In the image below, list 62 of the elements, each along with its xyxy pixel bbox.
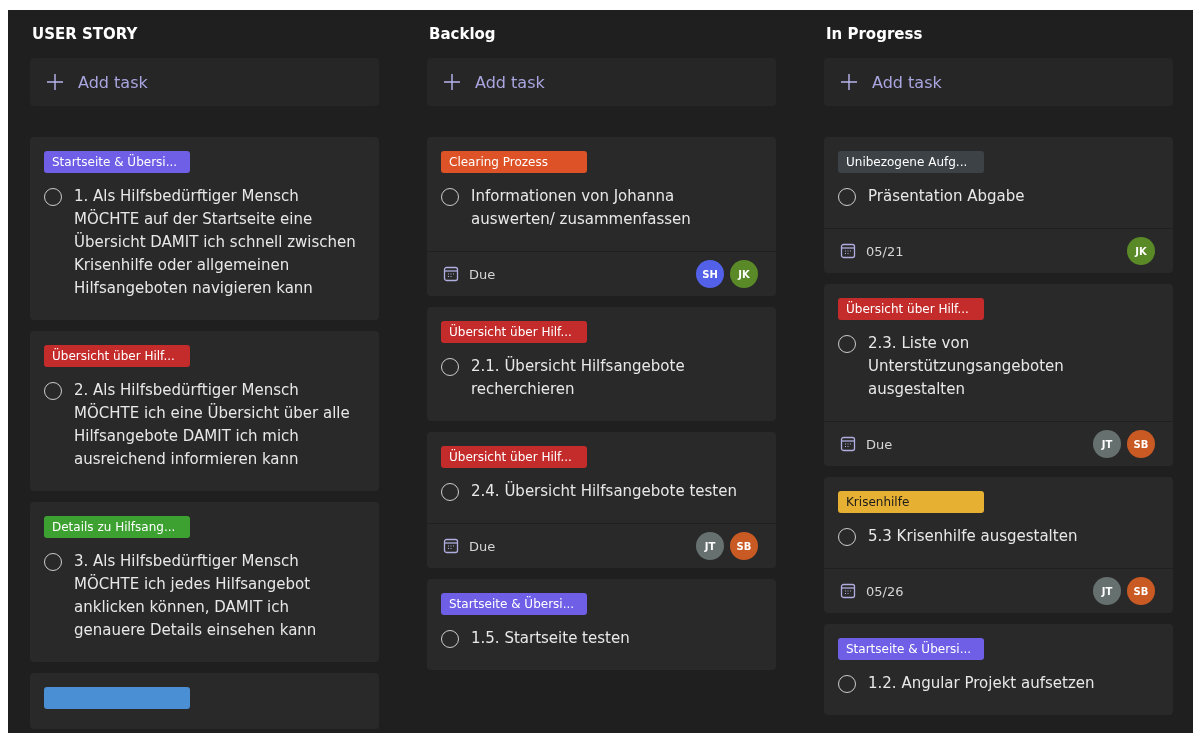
task-card[interactable]: Details zu Hilfsang... 3. Als Hilfsbedürftiger Mensch MÖCHTE ich jedes Hilfsangebot anklicken können, DAMIT ich genauere Details einsehen kann xyxy=(30,502,379,662)
label-tag: Krisenhilfe xyxy=(838,491,984,513)
task-card[interactable]: Clearing Prozess Informationen von Johanna auswerten/ zusammenfassen Due SH JK xyxy=(427,137,776,296)
label-tag: Übersicht über Hilf... xyxy=(441,321,587,343)
task-title: 1. Als Hilfsbedürftiger Mensch MÖCHTE auf der Startseite eine Übersicht DAMIT ich schnell zwischen Krisenhilfe oder allgemeinen Hilfsangeboten navigieren kann xyxy=(74,186,357,299)
add-task-button[interactable]: Add task xyxy=(427,58,776,106)
avatar[interactable]: SB xyxy=(1127,430,1155,458)
task-title: 1.5. Startseite testen xyxy=(471,628,630,649)
plus-icon xyxy=(46,73,64,91)
task-title: 3. Als Hilfsbedürftiger Mensch MÖCHTE ich jedes Hilfsangebot anklicken können, DAMIT ich genauere Details einsehen kann xyxy=(74,551,318,641)
label-tag: Startseite & Übersi... xyxy=(44,151,190,173)
task-title: 2.3. Liste von Unterstützungsangeboten ausgestalten xyxy=(868,333,1065,400)
task-card[interactable]: Startseite & Übersi... 1.2. Angular Projekt aufsetzen xyxy=(824,624,1173,715)
due-date: Due xyxy=(866,436,894,452)
due-date: 05/26 xyxy=(866,583,905,599)
task-title: 1.2. Angular Projekt aufsetzen xyxy=(868,673,1095,694)
plus-icon xyxy=(840,73,858,91)
calendar-icon xyxy=(840,583,856,599)
task-card[interactable]: Krisenhilfe 5.3 Krisenhilfe ausgestalten 05/26 JT SB xyxy=(824,477,1173,613)
add-task-button[interactable]: Add task xyxy=(30,58,379,106)
task-title: 2.4. Übersicht Hilfsangebote testen xyxy=(471,480,737,502)
label-tag: Übersicht über Hilf... xyxy=(44,345,190,367)
label-tag: Startseite & Übersi... xyxy=(838,638,984,660)
calendar-icon xyxy=(443,266,459,282)
task-title: Präsentation Abgabe xyxy=(868,186,1025,207)
avatar[interactable]: SH xyxy=(696,260,724,288)
avatar[interactable]: JT xyxy=(1093,430,1121,458)
calendar-icon xyxy=(443,538,459,554)
calendar-icon xyxy=(840,243,856,259)
plus-icon xyxy=(443,73,461,91)
task-card[interactable]: Übersicht über Hilf... 2.1. Übersicht Hilfsangebote recherchieren xyxy=(427,307,776,421)
avatar[interactable]: JT xyxy=(696,532,724,560)
due-date: Due xyxy=(469,538,497,554)
calendar-icon xyxy=(840,436,856,452)
label-tag: Übersicht über Hilf... xyxy=(838,298,984,320)
task-title: 5.3 Krisenhilfe ausgestalten xyxy=(868,526,1078,547)
avatar[interactable]: JK xyxy=(1127,237,1155,265)
column-title: In Progress xyxy=(825,24,924,45)
column-title: USER STORY xyxy=(31,24,139,45)
due-date: Due xyxy=(469,266,497,282)
task-card[interactable]: Übersicht über Hilf... 2.4. Übersicht Hilfsangebote testen Due JT SB xyxy=(427,432,776,568)
task-card[interactable]: Übersicht über Hilf... 2. Als Hilfsbedürftiger Mensch MÖCHTE ich eine Übersicht über alle Hilfsangebote DAMIT ich mich ausreichend informieren kann xyxy=(30,331,379,491)
task-card[interactable]: Startseite & Übersi... 1. Als Hilfsbedürftiger Mensch MÖCHTE auf der Startseite eine Übersicht DAMIT ich schnell zwischen Krisenhilfe oder allgemeinen Hilfsangeboten navigieren kann xyxy=(30,137,379,320)
label-tag: Clearing Prozess xyxy=(441,151,587,173)
task-card[interactable]: Unibezogene Aufg... Präsentation Abgabe 05/21 JK xyxy=(824,137,1173,273)
task-card[interactable] xyxy=(30,673,379,729)
task-title: Informationen von Johanna auswerten/ zusammenfassen xyxy=(471,186,692,230)
task-title: 2. Als Hilfsbedürftiger Mensch MÖCHTE ich eine Übersicht über alle Hilfsangebote DAMIT ich mich ausreichend informieren kann xyxy=(74,380,351,470)
avatar[interactable]: JT xyxy=(1093,577,1121,605)
column-title: Backlog xyxy=(428,24,497,45)
task-title: 2.1. Übersicht Hilfsangebote recherchieren xyxy=(471,355,686,400)
avatar[interactable]: SB xyxy=(1127,577,1155,605)
label-tag: Startseite & Übersi... xyxy=(441,593,587,615)
avatar[interactable]: SB xyxy=(730,532,758,560)
due-date: 05/21 xyxy=(866,243,905,259)
label-tag: Details zu Hilfsang... xyxy=(44,516,190,538)
label-tag: Übersicht über Hilf... xyxy=(441,446,587,468)
task-card[interactable]: Startseite & Übersi... 1.5. Startseite testen xyxy=(427,579,776,670)
task-card[interactable]: Übersicht über Hilf... 2.3. Liste von Unterstützungsangeboten ausgestalten Due JT SB xyxy=(824,284,1173,466)
label-tag: Unibezogene Aufg... xyxy=(838,151,984,173)
avatar[interactable]: JK xyxy=(730,260,758,288)
add-task-button[interactable]: Add task xyxy=(824,58,1173,106)
